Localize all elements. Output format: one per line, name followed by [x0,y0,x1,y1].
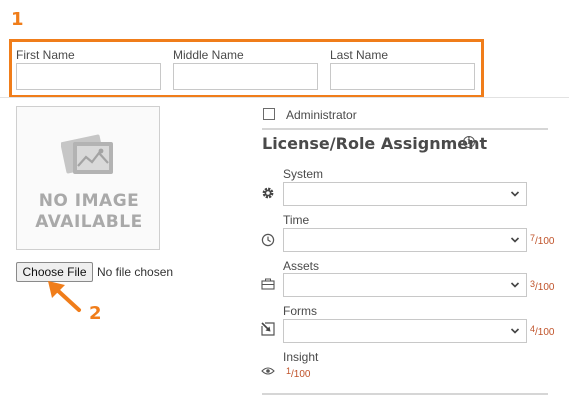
first-name-label: First Name [16,48,75,62]
photo-icon [61,134,113,174]
administrator-checkbox[interactable] [263,108,275,120]
callout-number-2: 2 [89,303,102,324]
briefcase-icon [261,278,275,290]
chevron-down-icon [510,191,520,197]
callout-arrow-icon [48,281,81,312]
no-image-line-2: AVAILABLE [35,212,143,232]
no-image-line-1: NO IMAGE [38,191,140,211]
header-divider [0,97,569,98]
time-license-count: 7/100 [530,233,555,247]
section-divider-top [262,128,548,130]
assets-role-select[interactable] [283,273,527,297]
chevron-down-icon [510,282,520,288]
profile-photo-placeholder: NO IMAGE AVAILABLE [16,106,160,250]
system-role-select[interactable] [283,182,527,206]
insight-license-count: 1/100 [286,366,311,380]
license-role-title: License/Role Assignment [262,134,488,153]
gear-icon [262,187,274,199]
assets-label: Assets [283,259,320,273]
file-status-text: No file chosen [97,265,174,279]
chevron-down-icon [510,328,520,334]
forms-license-count: 4/100 [530,324,555,338]
callout-number-1: 1 [11,9,24,30]
last-name-field[interactable] [330,63,475,90]
first-name-field[interactable] [16,63,161,90]
time-role-select[interactable] [283,228,527,252]
clock-icon [261,233,275,247]
chevron-down-icon [510,237,520,243]
assets-license-count: 3/100 [530,279,555,293]
forms-label: Forms [283,304,317,318]
time-label: Time [283,213,310,227]
middle-name-label: Middle Name [173,48,244,62]
forms-role-select[interactable] [283,319,527,343]
form-arrow-icon [261,322,275,336]
last-name-label: Last Name [330,48,389,62]
section-divider-bottom [262,393,548,395]
eye-icon [261,367,275,375]
administrator-label: Administrator [286,108,357,122]
info-icon[interactable]: i [463,136,475,148]
insight-label: Insight [283,350,319,364]
middle-name-field[interactable] [173,63,318,90]
system-label: System [283,167,324,181]
